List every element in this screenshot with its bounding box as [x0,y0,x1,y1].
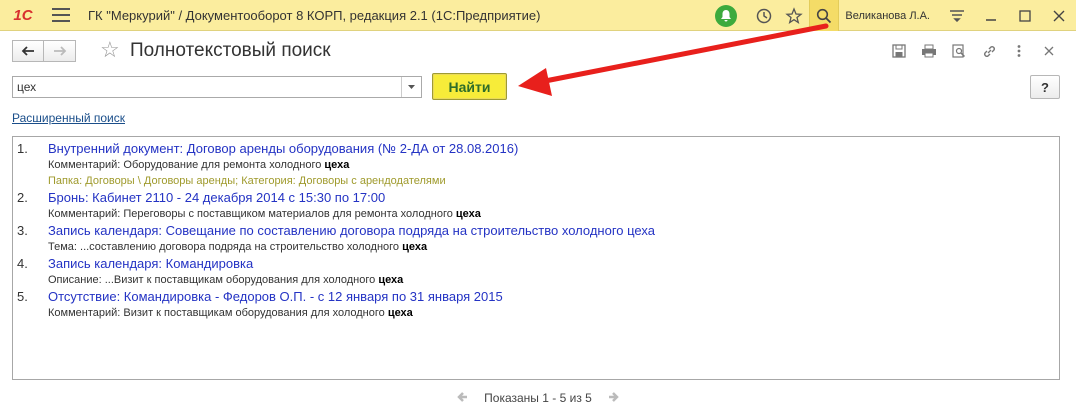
result-title-link[interactable]: Бронь: Кабинет 2110 - 24 декабря 2014 с … [48,189,1059,206]
snippet-match: цеха [324,159,350,171]
snippet-match: цеха [387,307,413,319]
result-content: Отсутствие: Командировка - Федоров О.П. … [48,288,1059,321]
result-item: 5. Отсутствие: Командировка - Федоров О.П… [17,288,1059,321]
result-item: 4. Запись календаря: Командировка Описание… [17,255,1059,288]
favorites-star-icon[interactable] [779,0,809,31]
form-toolbar [884,40,1064,62]
link-icon[interactable] [974,40,1004,62]
back-button[interactable] [12,40,44,62]
chevron-down-icon[interactable] [401,77,421,97]
result-item: 2. Бронь: Кабинет 2110 - 24 декабря 2014 … [17,189,1059,222]
snippet-match: цеха [402,241,428,253]
main-menu-icon[interactable] [52,8,70,22]
result-snippet: Тема: ...составлению договора подряда на… [48,239,1059,255]
titlebar-controls: Великанова Л.А. [715,0,1076,31]
result-title-link[interactable]: Отсутствие: Командировка - Федоров О.П. … [48,288,1059,305]
snippet-text: Комментарий: Визит к поставщикам оборудо… [48,307,388,319]
previous-page-icon[interactable] [456,391,468,406]
close-window-icon[interactable] [1042,0,1076,31]
result-title-link[interactable]: Внутренний документ: Договор аренды обор… [48,140,1059,157]
snippet-text: Комментарий: Переговоры с поставщиком ма… [48,208,456,220]
result-snippet: Комментарий: Переговоры с поставщиком ма… [48,206,1059,222]
navigation-buttons [12,40,76,62]
help-button[interactable]: ? [1030,75,1060,99]
result-title-link[interactable]: Запись календаря: Командировка [48,255,1059,272]
result-snippet: Описание: ...Визит к поставщикам оборудо… [48,272,1059,288]
advanced-search-link[interactable]: Расширенный поиск [12,111,125,125]
favorite-star-icon[interactable]: ☆ [100,38,120,62]
minimize-icon[interactable] [974,0,1008,31]
search-icon[interactable] [809,0,840,31]
arrow-right-icon [53,46,66,56]
history-icon[interactable] [749,0,779,31]
snippet-match: цеха [378,274,404,286]
result-number: 1. [17,141,28,156]
pager: Показаны 1 - 5 из 5 [0,388,1076,408]
app-title: ГК "Меркурий" / Документооборот 8 КОРП, … [88,7,541,23]
snippet-text: Папка: Договоры \ Договоры аренды; Катег… [48,175,446,187]
snippet-text: Комментарий: Оборудование для ремонта хо… [48,159,325,171]
bell-icon[interactable] [715,4,738,27]
result-content: Запись календаря: Командировка Описание: … [48,255,1059,288]
result-number: 3. [17,223,28,238]
result-snippet: Комментарий: Визит к поставщикам оборудо… [48,305,1059,321]
next-page-icon[interactable] [608,391,620,406]
snippet-text: Описание: ...Визит к поставщикам оборудо… [48,274,379,286]
preview-icon[interactable] [944,40,974,62]
snippet-text: Тема: ...составлению договора подряда на… [48,241,403,253]
search-results: 1. Внутренний документ: Договор аренды об… [12,136,1060,380]
result-folder-info: Папка: Договоры \ Договоры аренды; Катег… [48,173,1059,189]
result-item: 1. Внутренний документ: Договор аренды об… [17,140,1059,189]
page-title: Полнотекстовый поиск [130,40,331,61]
more-icon[interactable] [1004,40,1034,62]
forward-button[interactable] [44,40,76,62]
app-titlebar: 1С ГК "Меркурий" / Документооборот 8 КОР… [0,0,1076,31]
maximize-icon[interactable] [1008,0,1042,31]
result-content: Запись календаря: Совещание по составлен… [48,222,1059,255]
search-input[interactable] [13,77,401,97]
find-button[interactable]: Найти [432,73,507,100]
arrow-left-icon [21,46,34,56]
save-icon[interactable] [884,40,914,62]
pager-status: Показаны 1 - 5 из 5 [484,391,592,405]
result-number: 4. [17,256,28,271]
result-content: Бронь: Кабинет 2110 - 24 декабря 2014 с … [48,189,1059,222]
result-number: 2. [17,190,28,205]
filter-icon[interactable] [940,0,974,31]
current-user[interactable]: Великанова Л.А. [839,10,940,22]
result-snippet: Комментарий: Оборудование для ремонта хо… [48,157,1059,173]
result-title-link[interactable]: Запись календаря: Совещание по составлен… [48,222,1059,239]
result-item: 3. Запись календаря: Совещание по составл… [17,222,1059,255]
logo-1c: 1С [13,6,33,24]
close-form-icon[interactable] [1034,40,1064,62]
snippet-match: цеха [455,208,481,220]
result-content: Внутренний документ: Договор аренды обор… [48,140,1059,189]
result-number: 5. [17,289,28,304]
search-field [12,76,422,98]
print-icon[interactable] [914,40,944,62]
